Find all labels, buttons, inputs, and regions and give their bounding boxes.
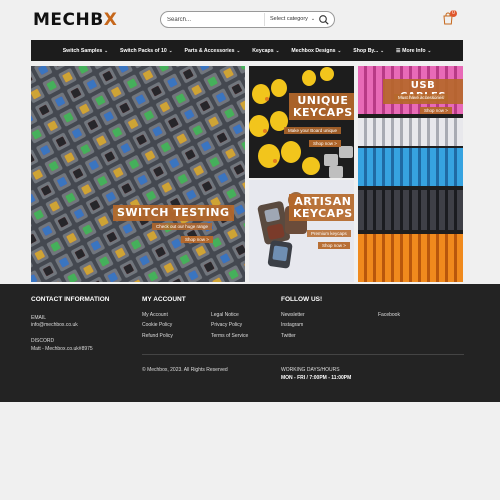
cart-count-badge: 0: [450, 10, 457, 17]
contact-heading: CONTACT INFORMATION: [31, 296, 110, 303]
footer-link-twitter[interactable]: Twitter: [281, 333, 296, 339]
site-header: MECHBX Select category⌄ 0: [0, 0, 500, 40]
page: MECHBX Select category⌄ 0 Switch Samples…: [0, 0, 500, 500]
footer-link-terms-of-service[interactable]: Terms of Service: [211, 333, 248, 339]
follow-heading: FOLLOW US!: [281, 296, 323, 303]
footer-link-legal-notice[interactable]: Legal Notice: [211, 312, 239, 318]
chevron-down-icon: ⌄: [236, 47, 241, 53]
email-link[interactable]: info@mechbox.co.uk: [31, 322, 78, 328]
footer-link-privacy-policy[interactable]: Privacy Policy: [211, 322, 242, 328]
nav-item-keycaps[interactable]: Keycaps ⌄: [246, 40, 285, 62]
banner-subtitle: Check out our huge range: [152, 223, 213, 230]
category-select[interactable]: Select category ⌄: [264, 13, 316, 26]
banner-switch-testing[interactable]: SWITCH TESTING Check out our huge range …: [31, 66, 245, 282]
nav-item-label: Switch Samples: [62, 47, 103, 54]
nav-item-label: Shop By...: [353, 47, 379, 54]
discord-handle: Matt - Mechbox.co.uk#8975: [31, 346, 93, 352]
shop-now-button[interactable]: Shop now >: [309, 140, 341, 147]
nav-item-label: Keycaps: [252, 47, 274, 54]
switches-photo: [31, 66, 245, 282]
main-nav: Switch Samples ⌄ Switch Packs of 10 ⌄ Part…: [31, 40, 463, 61]
search-input[interactable]: [167, 14, 262, 26]
banner-subtitle: Make your Board unique: [284, 127, 342, 134]
shop-now-button[interactable]: Shop now >: [181, 236, 213, 243]
footer-link-refund-policy[interactable]: Refund Policy: [142, 333, 173, 339]
chevron-down-icon: ⌄: [380, 47, 385, 53]
account-heading: MY ACCOUNT: [142, 296, 186, 303]
footer-link-instagram[interactable]: Instagram: [281, 322, 303, 328]
hours-value: MON - FRI / 7:00PM - 11:00PM: [281, 375, 352, 381]
chevron-down-icon: ⌄: [104, 47, 108, 53]
banner-title: UNIQUE KEYCAPS: [289, 93, 354, 121]
chevron-down-icon: ⌄: [337, 47, 342, 53]
banner-subtitle: Premium keycaps: [307, 230, 351, 237]
banner-title-line: KEYCAPS: [293, 206, 353, 220]
banner-title-line: KEYCAPS: [293, 105, 353, 119]
chevron-down-icon: ⌄: [427, 47, 432, 53]
search-bar: Select category⌄: [160, 11, 335, 28]
chevron-down-icon: ⌄: [310, 16, 316, 22]
logo-text: MECHB: [33, 10, 104, 30]
shop-now-button[interactable]: Shop now >: [420, 107, 452, 114]
banner-unique-keycaps[interactable]: UNIQUE KEYCAPS Make your Board unique Sh…: [249, 66, 354, 178]
footer-link-newsletter[interactable]: Newsletter: [281, 312, 305, 318]
nav-item-parts-accessories[interactable]: Parts & Accessories ⌄: [179, 40, 247, 62]
keycaps-photo: [249, 66, 354, 178]
nav-item-more-info[interactable]: ☰ More Info ⌄: [390, 40, 437, 62]
logo-text-box: X: [103, 10, 118, 30]
email-label: EMAIL: [31, 315, 47, 321]
nav-item-shop-by[interactable]: Shop By... ⌄: [347, 40, 390, 62]
chevron-down-icon: ⌄: [275, 47, 280, 53]
banner-artisan-keycaps[interactable]: ARTISAN KEYCAPS Premium keycaps Shop now…: [249, 180, 354, 282]
banner-title: SWITCH TESTING: [113, 205, 234, 221]
hours-label: WORKING DAYS/HOURS: [281, 367, 340, 373]
chevron-down-icon: ⌄: [168, 47, 173, 53]
nav-item-label: Switch Packs of 10: [120, 47, 167, 54]
banner-usb-cables[interactable]: USB CABLES Must have accessories Shop no…: [358, 66, 463, 282]
footer-link-facebook[interactable]: Facebook: [378, 312, 400, 318]
nav-item-switch-packs[interactable]: Switch Packs of 10 ⌄: [114, 40, 179, 62]
category-select-label: Select category: [270, 16, 308, 22]
footer-link-cookie-policy[interactable]: Cookie Policy: [142, 322, 172, 328]
banner-title: ARTISAN KEYCAPS: [289, 194, 354, 222]
nav-item-label: Parts & Accessories: [184, 47, 235, 54]
nav-item-switch-samples[interactable]: Switch Samples ⌄: [57, 40, 114, 62]
shop-now-button[interactable]: Shop now >: [318, 242, 350, 249]
banner-subtitle: Must have accessories: [394, 94, 448, 101]
nav-item-label: Mechbox Designs: [291, 47, 336, 54]
nav-item-mechbox-designs[interactable]: Mechbox Designs ⌄: [285, 40, 347, 62]
nav-item-label: More Info: [402, 47, 426, 54]
discord-label: DISCORD: [31, 338, 55, 344]
search-icon[interactable]: [318, 14, 330, 26]
copyright-text: © Mechbox, 2023. All Rights Reserved: [142, 367, 228, 373]
site-logo[interactable]: MECHBX: [33, 10, 117, 30]
footer-link-my-account[interactable]: My Account: [142, 312, 168, 318]
footer-divider: [142, 354, 464, 355]
